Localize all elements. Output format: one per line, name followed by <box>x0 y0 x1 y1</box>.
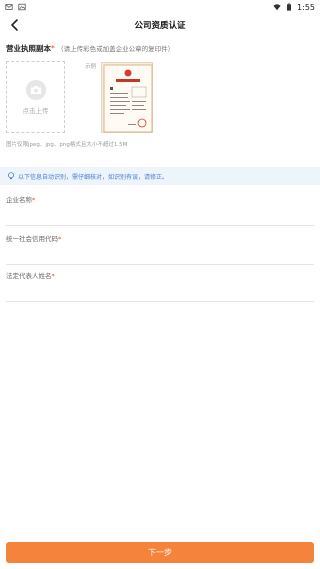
status-time: 1:55 <box>297 2 315 12</box>
example-license-image[interactable] <box>101 62 153 133</box>
credit-code-label: 统一社会信用代码* <box>6 235 62 243</box>
next-button[interactable]: 下一步 <box>6 542 314 563</box>
status-bar: 1:55 <box>0 0 320 14</box>
lightbulb-icon <box>8 172 14 180</box>
camera-icon <box>25 79 46 100</box>
nav-bar: 公司资质认证 <box>0 14 320 36</box>
legal-rep-field: 法定代表人姓名* <box>6 270 314 302</box>
license-title: 营业执照副本 <box>6 44 51 53</box>
company-name-label: 企业名称* <box>6 196 36 204</box>
info-text: 以下信息自动识别，需仔细核对，如识别有误，请修正。 <box>18 173 169 181</box>
license-section-title: 营业执照副本* （请上传彩色或加盖企业公章的复印件） <box>6 43 174 54</box>
required-mark: * <box>51 44 55 53</box>
license-upload-button[interactable]: 点击上传 <box>6 61 65 133</box>
credit-code-input[interactable] <box>6 251 314 265</box>
license-hint: （请上传彩色或加盖企业公章的复印件） <box>57 45 175 53</box>
company-name-field: 企业名称* <box>6 194 314 226</box>
legal-rep-input[interactable] <box>6 288 314 302</box>
page: 1:55 公司资质认证 营业执照副本* （请上传彩色或加盖企业公章的复印件） 点… <box>0 0 320 569</box>
legal-rep-label: 法定代表人姓名* <box>6 272 55 280</box>
company-name-input[interactable] <box>6 212 314 226</box>
email-icon <box>5 4 13 10</box>
license-sample-illustration <box>103 64 153 133</box>
page-title: 公司资质认证 <box>134 21 186 31</box>
back-arrow-icon[interactable] <box>8 18 22 32</box>
info-banner: 以下信息自动识别，需仔细核对，如识别有误，请修正。 <box>0 167 320 185</box>
status-left <box>5 3 26 11</box>
battery-icon <box>287 3 292 11</box>
example-label: 示例 <box>85 64 97 70</box>
credit-code-field: 统一社会信用代码* <box>6 233 314 265</box>
photo-icon <box>18 3 26 11</box>
wifi-icon <box>273 4 281 11</box>
upload-label: 点击上传 <box>22 106 49 115</box>
status-right: 1:55 <box>273 3 315 12</box>
format-note: 图片仅限jpeg、jpg、png格式且大小不超过1.5M <box>6 142 128 148</box>
